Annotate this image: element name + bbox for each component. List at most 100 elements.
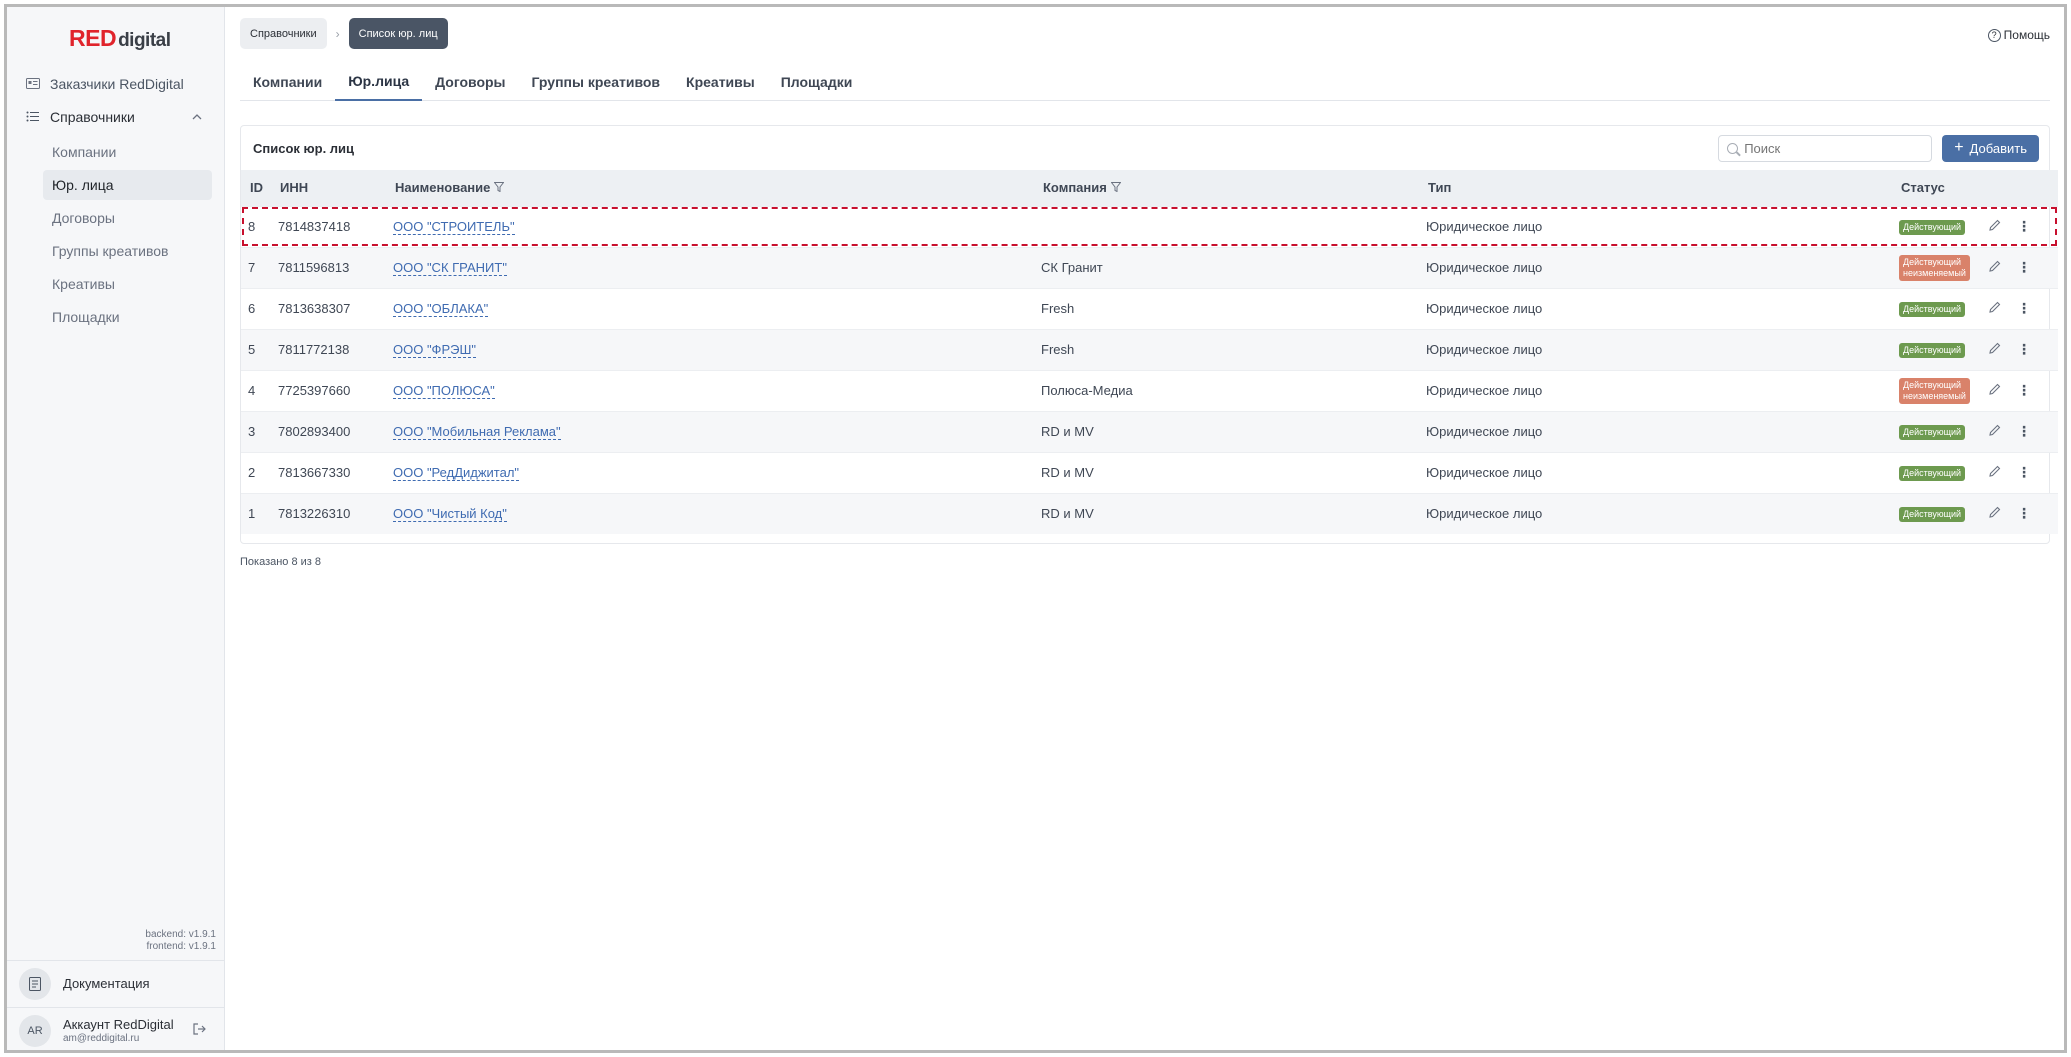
cell-type: Юридическое лицо — [1426, 465, 1543, 480]
status-line: Действующий — [1903, 345, 1962, 355]
account-row[interactable]: AR Аккаунт RedDigital am@reddigital.ru — [7, 1007, 224, 1050]
more-icon[interactable]: ⋮ — [2017, 218, 2031, 235]
entity-name-link[interactable]: ООО "ОБЛАКА" — [393, 301, 489, 317]
entity-name-link[interactable]: ООО "ПОЛЮСА" — [393, 383, 495, 399]
tab-creatives[interactable]: Креативы — [673, 63, 768, 101]
table-row[interactable]: 2 7813667330 ООО "РедДиджитал" RD и MV Юриди… — [241, 452, 2058, 493]
status-badge: Действующий — [1899, 302, 1966, 317]
column-status[interactable]: Статус — [1892, 170, 1982, 206]
sidebar-group-directories[interactable]: Справочники — [7, 100, 224, 133]
panel-title: Список юр. лиц — [253, 140, 355, 156]
table-row[interactable]: 7 7811596813 ООО "СК ГРАНИТ" СК Гранит Юриди… — [241, 247, 2058, 288]
tab-contracts[interactable]: Договоры — [422, 63, 518, 101]
cell-name: ООО "РедДиджитал" — [386, 452, 1034, 493]
sidebar-item-contracts[interactable]: Договоры — [43, 203, 212, 233]
cell-status: Действующий — [1892, 206, 1982, 247]
cell-actions: ⋮ — [1982, 329, 2058, 370]
status-line: Действующий — [1903, 427, 1962, 437]
column-name[interactable]: Наименование — [386, 170, 1034, 206]
more-icon[interactable]: ⋮ — [2017, 423, 2031, 440]
search-input[interactable] — [1744, 140, 1915, 156]
column-company[interactable]: Компания — [1034, 170, 1419, 206]
sidebar-item-legal-entities[interactable]: Юр. лица — [43, 170, 212, 200]
cell-name: ООО "ФРЭШ" — [386, 329, 1034, 370]
table-row[interactable]: 6 7813638307 ООО "ОБЛАКА" Fresh Юридическое … — [241, 288, 2058, 329]
table-row[interactable]: 5 7811772138 ООО "ФРЭШ" Fresh Юридическое ли… — [241, 329, 2058, 370]
search-box[interactable] — [1718, 134, 1933, 162]
tab-creative-groups[interactable]: Группы креативов — [519, 63, 674, 101]
breadcrumb-directories[interactable]: Справочники — [240, 18, 327, 49]
table-header-row: ID ИНН Наименование Компания Тип Статус — [241, 170, 2058, 206]
cell-id: 2 — [248, 465, 256, 480]
sidebar-item-label: Юр. лица — [52, 177, 114, 193]
entity-name-link[interactable]: ООО "СТРОИТЕЛЬ" — [393, 219, 515, 235]
table-row[interactable]: 3 7802893400 ООО "Мобильная Реклама" RD и M… — [241, 411, 2058, 452]
sidebar-item-creative-groups[interactable]: Группы креативов — [43, 236, 212, 266]
more-icon[interactable]: ⋮ — [2017, 505, 2031, 522]
tab-platforms[interactable]: Площадки — [768, 63, 866, 101]
sidebar-item-platforms[interactable]: Площадки — [43, 302, 212, 332]
edit-icon[interactable] — [1989, 465, 2001, 480]
entity-name-link[interactable]: ООО "Чистый Код" — [393, 506, 507, 523]
entity-name-link[interactable]: ООО "ФРЭШ" — [393, 342, 476, 358]
main-content: Справочники › Список юр. лиц ? Помощь Ко… — [226, 7, 2064, 1050]
cell-name: ООО "Мобильная Реклама" — [386, 411, 1034, 452]
entity-name-link[interactable]: ООО "РедДиджитал" — [393, 465, 520, 481]
column-id[interactable]: ID — [241, 170, 271, 206]
column-company-label: Компания — [1043, 180, 1107, 196]
more-icon[interactable]: ⋮ — [2017, 341, 2031, 358]
cell-inn: 7814837418 — [278, 219, 351, 234]
add-button[interactable]: + Добавить — [1942, 134, 2039, 162]
edit-icon[interactable] — [1989, 506, 2001, 521]
sidebar-item-label: Договоры — [52, 210, 115, 226]
more-icon[interactable]: ⋮ — [2017, 259, 2031, 276]
logo-red: RED — [69, 25, 117, 51]
edit-icon[interactable] — [1989, 260, 2001, 275]
edit-icon[interactable] — [1989, 342, 2001, 357]
sidebar-item-customers[interactable]: Заказчики RedDigital — [7, 67, 224, 100]
entity-name-link[interactable]: ООО "Мобильная Реклама" — [393, 424, 561, 440]
app-window: RED digital Заказчики RedDigital Справоч… — [4, 4, 2067, 1053]
help-link[interactable]: ? Помощь — [1987, 28, 2050, 42]
cell-id: 5 — [248, 342, 256, 357]
table-row[interactable]: 4 7725397660 ООО "ПОЛЮСА" Полюса-Медиа Юриди… — [241, 370, 2058, 411]
filter-icon[interactable] — [493, 181, 505, 195]
more-icon[interactable]: ⋮ — [2017, 464, 2031, 481]
tab-companies[interactable]: Компании — [240, 63, 335, 101]
edit-icon[interactable] — [1989, 383, 2001, 398]
status-line: Действующий — [1903, 509, 1962, 520]
breadcrumb: Справочники › Список юр. лиц — [240, 18, 448, 49]
edit-icon[interactable] — [1989, 424, 2001, 439]
logo[interactable]: RED digital — [69, 25, 171, 52]
status-badge: Действующий — [1899, 343, 1966, 358]
sidebar-item-creatives[interactable]: Креативы — [43, 269, 212, 299]
cell-inn: 7802893400 — [278, 424, 351, 439]
cell-company: RD и MV — [1041, 465, 1094, 480]
cell-company: RD и MV — [1041, 424, 1094, 439]
entity-name-link[interactable]: ООО "СК ГРАНИТ" — [393, 260, 507, 276]
edit-icon[interactable] — [1989, 219, 2001, 234]
status-badge: Действующий неизменяемый — [1899, 254, 1970, 281]
cell-inn: 7725397660 — [278, 383, 351, 398]
help-icon: ? — [1987, 28, 2001, 42]
edit-icon[interactable] — [1989, 301, 2001, 316]
column-inn[interactable]: ИНН — [271, 170, 386, 206]
table-row[interactable]: 8 7814837418 ООО "СТРОИТЕЛЬ" Юридическое ли… — [241, 206, 2058, 247]
shown-count: Показано 8 из 8 — [240, 556, 322, 568]
more-icon[interactable]: ⋮ — [2017, 300, 2031, 317]
legal-entities-table: ID ИНН Наименование Компания Тип Статус … — [241, 170, 2058, 534]
cell-inn: 7811772138 — [278, 342, 350, 357]
cell-id: 3 — [248, 424, 256, 439]
documentation-link[interactable]: Документация — [7, 960, 224, 1006]
account-email: am@reddigital.ru — [63, 1033, 140, 1044]
logout-icon[interactable] — [193, 1023, 206, 1038]
filter-icon[interactable] — [1110, 181, 1122, 195]
more-icon[interactable]: ⋮ — [2017, 382, 2031, 399]
sidebar-item-companies[interactable]: Компании — [43, 137, 212, 167]
chevron-up-icon[interactable] — [192, 111, 202, 123]
cell-id: 6 — [248, 301, 256, 316]
tab-legal-entities[interactable]: Юр.лица — [335, 63, 423, 101]
breadcrumb-current[interactable]: Список юр. лиц — [348, 18, 448, 49]
column-type[interactable]: Тип — [1419, 170, 1892, 206]
table-row[interactable]: 1 7813226310 ООО "Чистый Код" RD и MV Юридич… — [241, 493, 2058, 534]
